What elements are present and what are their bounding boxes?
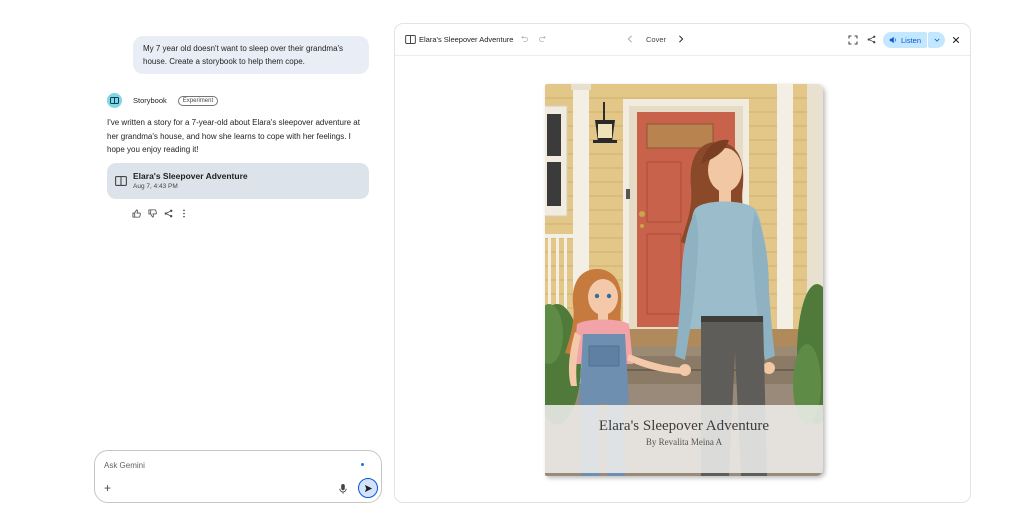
redo-icon[interactable] (538, 34, 548, 44)
listen-options-button[interactable] (928, 32, 945, 48)
share-icon[interactable] (866, 34, 877, 45)
listen-button[interactable]: Listen (883, 32, 927, 48)
user-message: My 7 year old doesn't want to sleep over… (133, 36, 369, 74)
thumbs-down-icon[interactable] (147, 208, 157, 218)
storybook-avatar-icon (107, 93, 122, 108)
speaker-icon (889, 36, 896, 44)
send-button[interactable] (358, 478, 378, 498)
canvas-panel: Elara's Sleepover Adventure Cover Listen… (394, 23, 971, 503)
canvas-title: Elara's Sleepover Adventure (419, 35, 514, 44)
book-title: Elara's Sleepover Adventure (598, 418, 770, 434)
storybook-card-date: Aug 7, 4:43 PM (133, 183, 178, 190)
agent-name: Storybook (133, 96, 167, 105)
chat-panel: My 7 year old doesn't want to sleep over… (0, 0, 390, 505)
book-author: By Revalita Meina A (645, 437, 723, 447)
agent-message: I've written a story for a 7-year-old ab… (107, 118, 360, 154)
undo-icon[interactable] (519, 34, 529, 44)
previous-page-icon[interactable] (625, 34, 635, 44)
canvas-toolbar: Elara's Sleepover Adventure Cover Listen (395, 24, 970, 56)
page-indicator: Cover (646, 35, 667, 44)
prompt-composer: + (94, 450, 382, 503)
add-icon[interactable]: + (104, 482, 116, 494)
experiment-badge: Experiment (177, 95, 219, 106)
close-icon[interactable] (950, 34, 961, 45)
app-root: My 7 year old doesn't want to sleep over… (0, 0, 1024, 505)
share-icon[interactable] (163, 208, 173, 218)
message-actions (131, 208, 189, 218)
send-icon (364, 484, 372, 492)
listen-label: Listen (900, 35, 921, 45)
microphone-icon[interactable] (338, 482, 348, 494)
storybook-card[interactable]: Elara's Sleepover Adventure Aug 7, 4:43 … (107, 163, 369, 199)
chevron-down-icon (933, 38, 940, 42)
status-dot (361, 463, 364, 466)
book-icon (404, 34, 416, 44)
storybook-card-title: Elara's Sleepover Adventure (133, 171, 248, 181)
thumbs-up-icon[interactable] (131, 208, 141, 218)
book-cover[interactable]: Elara's Sleepover Adventure By Revalita … (545, 84, 823, 476)
book-icon (115, 176, 127, 186)
fullscreen-icon[interactable] (847, 34, 858, 45)
prompt-input[interactable] (104, 458, 344, 472)
more-vert-icon[interactable] (179, 208, 189, 218)
agent-header: Storybook Experiment (107, 93, 219, 108)
next-page-icon[interactable] (676, 34, 686, 44)
